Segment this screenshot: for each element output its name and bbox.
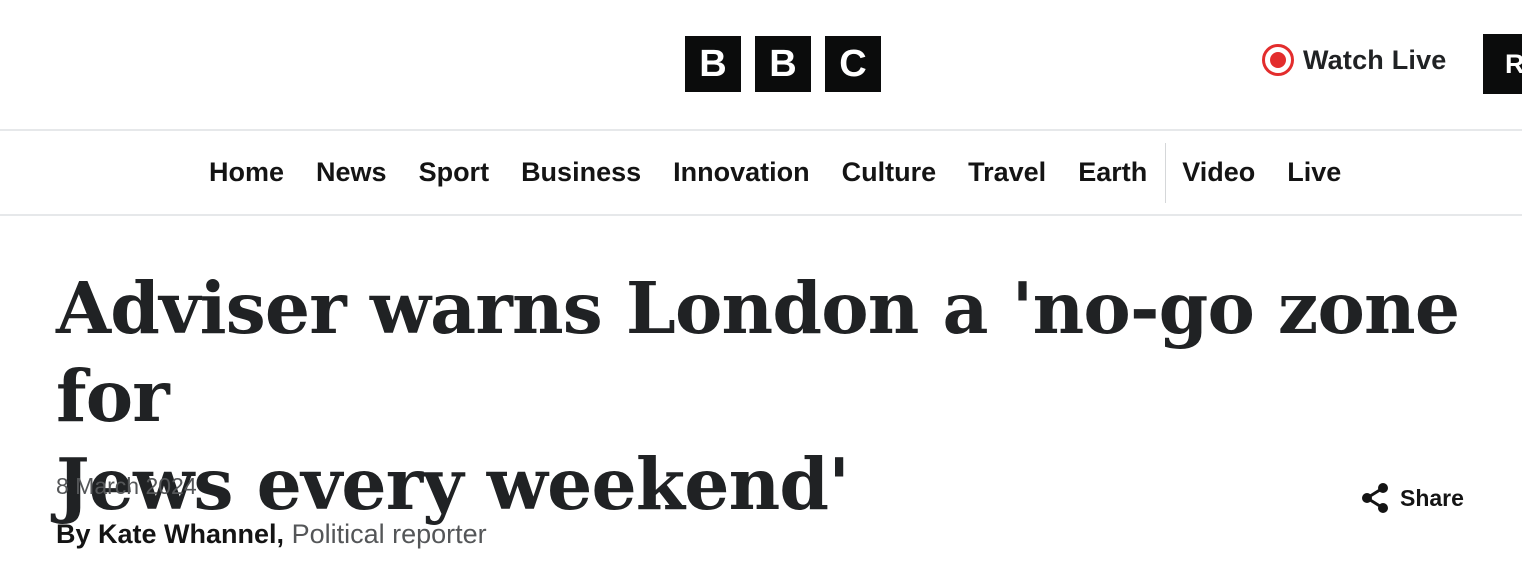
article-byline: By Kate Whannel, Political reporter xyxy=(56,519,487,550)
live-record-icon xyxy=(1262,44,1294,76)
author-name: By Kate Whannel, xyxy=(56,519,285,549)
share-button[interactable]: Share xyxy=(1360,482,1464,514)
nav-item-home[interactable]: Home xyxy=(193,157,300,188)
share-icon xyxy=(1362,483,1388,513)
article-headline: Adviser warns London a 'no-go zone for J… xyxy=(56,264,1496,528)
watch-live-button[interactable]: Watch Live xyxy=(1262,44,1447,76)
nav-item-business[interactable]: Business xyxy=(505,157,657,188)
bbc-logo[interactable]: B B C xyxy=(685,36,881,92)
logo-letter-b1: B xyxy=(685,36,741,92)
nav-item-culture[interactable]: Culture xyxy=(826,157,953,188)
nav-item-innovation[interactable]: Innovation xyxy=(657,157,826,188)
nav-item-video[interactable]: Video xyxy=(1166,157,1271,188)
nav-item-news[interactable]: News xyxy=(300,157,403,188)
nav-item-live[interactable]: Live xyxy=(1271,157,1357,188)
share-label: Share xyxy=(1400,484,1464,511)
logo-letter-b2: B xyxy=(755,36,811,92)
main-navigation: Home News Sport Business Innovation Cult… xyxy=(0,131,1522,216)
article-date: 8 March 2024 xyxy=(56,473,197,499)
nav-item-earth[interactable]: Earth xyxy=(1062,157,1163,188)
watch-live-label: Watch Live xyxy=(1303,44,1447,75)
masthead: B B C Watch Live R xyxy=(0,0,1522,131)
logo-letter-c: C xyxy=(825,36,881,92)
nav-item-travel[interactable]: Travel xyxy=(952,157,1062,188)
headline-line-1: Adviser warns London a 'no-go zone for xyxy=(56,266,1460,438)
author-role: Political reporter xyxy=(291,519,487,549)
register-button[interactable]: R xyxy=(1483,34,1522,94)
nav-item-sport[interactable]: Sport xyxy=(403,157,506,188)
